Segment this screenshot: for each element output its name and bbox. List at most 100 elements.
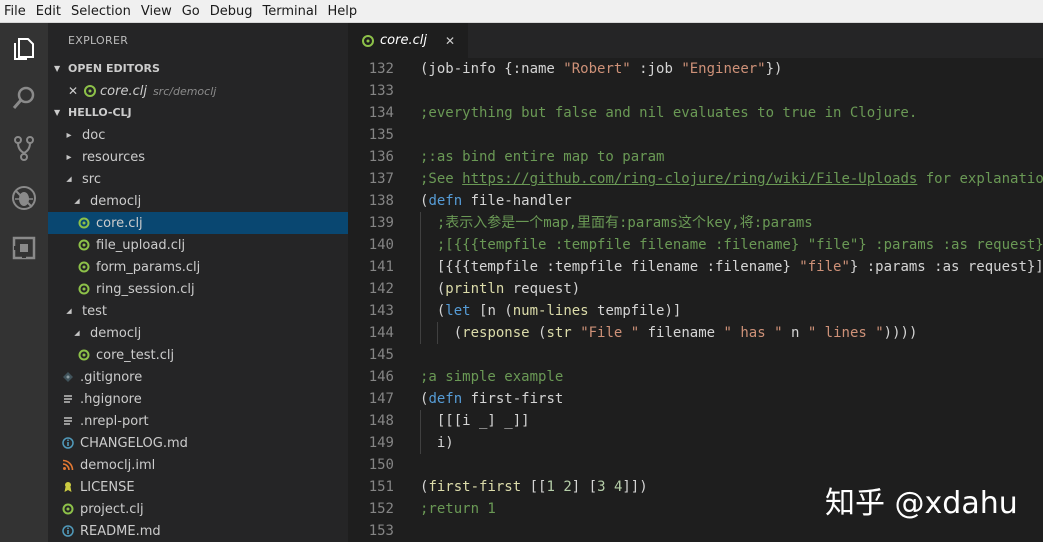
menu-terminal[interactable]: Terminal: [263, 4, 318, 19]
code-token: [[[i _] _]]: [420, 413, 530, 429]
code-editor[interactable]: 132 (job-info {:name "Robert" :job "Engin…: [348, 58, 1043, 542]
tree-file[interactable]: ring_session.clj: [48, 278, 348, 300]
menu-view[interactable]: View: [141, 4, 172, 19]
code-line: 140 ;[{{{tempfile :tempfile filename :fi…: [348, 234, 1043, 256]
code-line: 143 (let [n (num-lines tempfile)]: [348, 300, 1043, 322]
tree-folder[interactable]: ◢ democlj: [48, 190, 348, 212]
search-activity-button[interactable]: [0, 73, 48, 123]
code-token: ;return 1: [420, 501, 496, 517]
tree-item-label: .hgignore: [80, 391, 142, 407]
code-token: defn: [428, 391, 463, 407]
tree-file[interactable]: file_upload.clj: [48, 234, 348, 256]
code-token: ;See: [420, 171, 463, 187]
code-text: ;表示入参是一个map,里面有:params这个key,将:params: [420, 212, 813, 234]
tree-folder[interactable]: ▸ doc: [48, 124, 348, 146]
menu-file[interactable]: File: [4, 4, 26, 19]
code-token: "file": [799, 259, 850, 275]
line-number: 146: [368, 369, 394, 385]
code-token: )))): [883, 325, 918, 341]
tree-item-label: src: [82, 171, 101, 187]
menu-edit[interactable]: Edit: [36, 4, 61, 19]
bug-icon: [12, 186, 36, 210]
tree-file[interactable]: LICENSE: [48, 476, 348, 498]
tree-file[interactable]: .gitignore: [48, 366, 348, 388]
menu-debug[interactable]: Debug: [210, 4, 253, 19]
tree-file[interactable]: project.clj: [48, 498, 348, 520]
open-editor-item[interactable]: ✕ core.clj src/democlj: [48, 80, 348, 102]
tree-folder[interactable]: ◢ test: [48, 300, 348, 322]
line-number: 152: [368, 501, 394, 517]
text-file-icon: [64, 395, 72, 403]
code-token: [n (: [470, 303, 513, 319]
line-number: 151: [368, 479, 394, 495]
tree-item-label: .gitignore: [80, 369, 143, 385]
tree-file[interactable]: CHANGELOG.md: [48, 432, 348, 454]
line-number: 143: [368, 303, 394, 319]
code-line: 150: [348, 454, 1043, 476]
code-line: 147 (defn first-first: [348, 388, 1043, 410]
code-text: [{{{tempfile :tempfile filename :filenam…: [420, 256, 1043, 278]
code-token: num-lines: [512, 303, 589, 319]
code-token: response: [462, 325, 530, 341]
code-line: 137 ;See https://github.com/ring-clojure/…: [348, 168, 1043, 190]
close-icon[interactable]: ✕: [68, 84, 84, 98]
tree-file[interactable]: form_params.clj: [48, 256, 348, 278]
close-icon[interactable]: ✕: [445, 34, 455, 48]
tree-file[interactable]: .hgignore: [48, 388, 348, 410]
tree-file[interactable]: README.md: [48, 520, 348, 542]
chevron-right-icon: ▸: [66, 151, 72, 163]
code-text: i): [420, 432, 454, 454]
code-text: (response (str "File " filename " has " …: [420, 322, 918, 344]
explorer-title: EXPLORER: [68, 34, 129, 47]
tab-bar: core.clj ✕: [348, 23, 1043, 58]
code-line: 135: [348, 124, 1043, 146]
tree-folder[interactable]: ▸ resources: [48, 146, 348, 168]
code-token: ;everything but false and nil evaluates …: [420, 105, 918, 121]
tree-item-label: file_upload.clj: [96, 237, 186, 253]
line-number: 141: [368, 259, 394, 275]
code-line: 136 ;:as bind entire map to param: [348, 146, 1043, 168]
line-number: 139: [368, 215, 394, 231]
tab-core-clj[interactable]: core.clj ✕: [348, 23, 468, 58]
code-line: 146 ;a simple example: [348, 366, 1043, 388]
tree-item-label: LICENSE: [80, 479, 135, 495]
clojure-file-icon: [62, 503, 74, 515]
code-token: ;a simple example: [420, 369, 564, 385]
code-token[interactable]: https://github.com/ring-clojure/ring/wik…: [462, 171, 917, 187]
open-editors-header[interactable]: ▼ OPEN EDITORS: [48, 58, 348, 80]
code-token: ] [: [571, 479, 598, 495]
code-text: (let [n (num-lines tempfile)]: [420, 300, 681, 322]
menu-go[interactable]: Go: [182, 4, 200, 19]
source-control-activity-button[interactable]: [0, 123, 48, 173]
code-token: request): [504, 281, 581, 297]
open-editor-path: src/democlj: [152, 84, 217, 98]
git-file-icon: [63, 372, 73, 382]
tree-item-label: .nrepl-port: [80, 413, 149, 429]
code-token: } :params :as request}]: [849, 259, 1043, 275]
tree-folder[interactable]: ◢ src: [48, 168, 348, 190]
extensions-activity-button[interactable]: [0, 223, 48, 273]
code-line: 133: [348, 80, 1043, 102]
explorer-activity-button[interactable]: [0, 23, 48, 73]
menu-selection[interactable]: Selection: [71, 4, 131, 19]
tree-file[interactable]: democlj.iml: [48, 454, 348, 476]
tree-folder[interactable]: ◢ democlj: [48, 322, 348, 344]
tree-file[interactable]: .nrepl-port: [48, 410, 348, 432]
code-line: 148 [[[i _] _]]: [348, 410, 1043, 432]
tree-file[interactable]: core_test.clj: [48, 344, 348, 366]
code-text: ;[{{{tempfile :tempfile filename :filena…: [420, 234, 1043, 256]
debug-activity-button[interactable]: [0, 173, 48, 223]
menu-help[interactable]: Help: [327, 4, 357, 19]
code-token: 2: [563, 479, 572, 495]
code-line: 134 ;everything but false and nil evaluat…: [348, 102, 1043, 124]
code-line: 153: [348, 520, 1043, 542]
line-number: 150: [368, 457, 394, 473]
project-header[interactable]: ▼ HELLO-CLJ: [48, 102, 348, 124]
code-text: (defn first-first: [420, 388, 563, 410]
code-token: (: [420, 303, 446, 319]
code-line: 144 (response (str "File " filename " ha…: [348, 322, 1043, 344]
tree-file[interactable]: core.clj: [48, 212, 348, 234]
code-token: 1: [546, 479, 555, 495]
code-token: (: [420, 281, 446, 297]
